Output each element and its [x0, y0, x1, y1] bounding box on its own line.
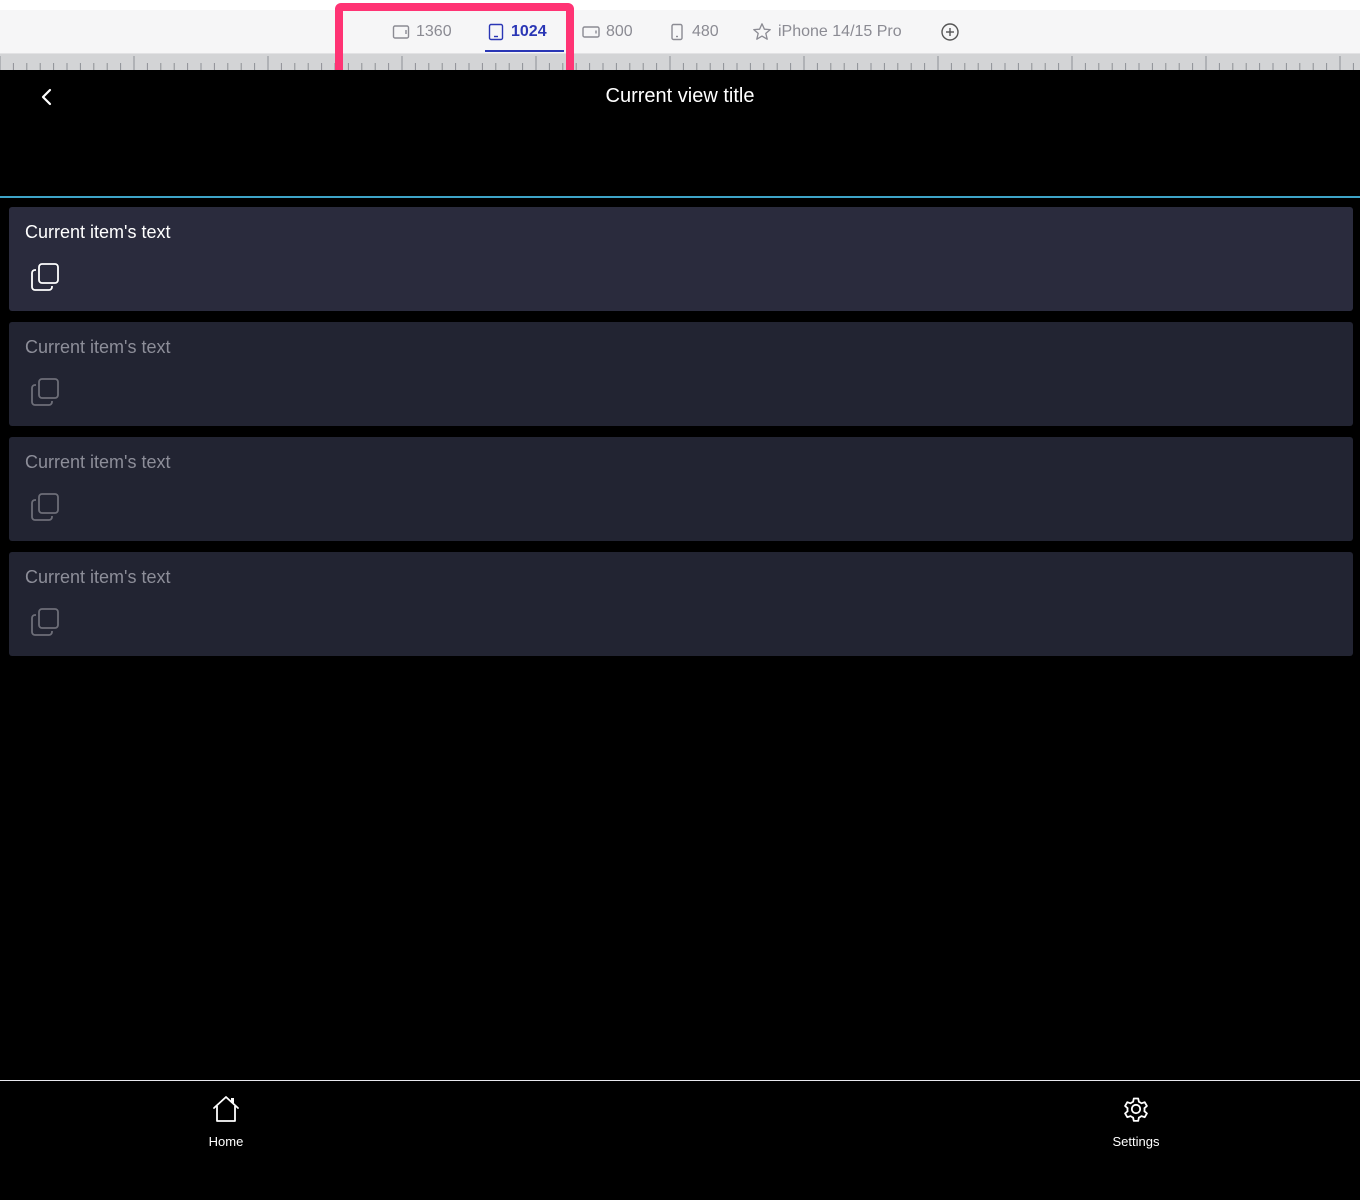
- list-item-text: Current item's text: [25, 337, 171, 357]
- breakpoint-tab-1024[interactable]: 1024: [487, 10, 547, 54]
- nav-home[interactable]: Home: [166, 1093, 286, 1150]
- page-title: Current view title: [605, 85, 755, 107]
- copy-icon[interactable]: [29, 261, 61, 293]
- breakpoint-tab-label: 1024: [511, 23, 547, 40]
- copy-icon[interactable]: [29, 491, 61, 523]
- list-item[interactable]: Current item's text: [9, 552, 1353, 656]
- list-item[interactable]: Current item's text: [9, 437, 1353, 541]
- tablet-icon: [487, 23, 505, 41]
- tablet-landscape-icon: [582, 23, 600, 41]
- list-item[interactable]: Current item's text: [9, 322, 1353, 426]
- list-item-text: Current item's text: [25, 222, 171, 242]
- home-icon: [210, 1093, 242, 1130]
- copy-icon[interactable]: [29, 376, 61, 408]
- breakpoint-tab-800[interactable]: 800: [582, 10, 633, 54]
- plus-circle-icon[interactable]: [940, 22, 960, 42]
- active-tab-underline: [485, 50, 564, 52]
- header-divider: [0, 196, 1360, 198]
- breakpoint-tabs: 1360 1024 800 480 iPhone 14/15 Pro: [0, 10, 1360, 54]
- breakpoint-toolbar: 1360 1024 800 480 iPhone 14/15 Pro: [0, 0, 1360, 54]
- breakpoint-tab-label: iPhone 14/15 Pro: [778, 23, 902, 40]
- breakpoint-tab-label: 800: [606, 23, 633, 40]
- ruler: [0, 54, 1360, 70]
- breakpoint-tab-label: 1360: [416, 23, 452, 40]
- bottom-nav: Home Settings: [0, 1080, 1360, 1200]
- breakpoint-tab-label: 480: [692, 23, 719, 40]
- monitor-icon: [392, 23, 410, 41]
- nav-settings-label: Settings: [1112, 1134, 1160, 1149]
- star-icon: [752, 22, 772, 42]
- phone-icon: [668, 23, 686, 41]
- list-item-text: Current item's text: [25, 452, 171, 472]
- gear-icon: [1120, 1093, 1152, 1130]
- breakpoint-tab-480[interactable]: 480: [668, 10, 719, 54]
- list-item-text: Current item's text: [25, 567, 171, 587]
- list-item[interactable]: Current item's text: [9, 207, 1353, 311]
- breakpoint-tab-iphone[interactable]: iPhone 14/15 Pro: [752, 10, 902, 54]
- item-list: Current item's text Current item's text …: [9, 207, 1353, 667]
- nav-settings[interactable]: Settings: [1076, 1093, 1196, 1150]
- copy-icon[interactable]: [29, 606, 61, 638]
- breakpoint-tab-1360[interactable]: 1360: [392, 10, 452, 54]
- nav-home-label: Home: [208, 1134, 244, 1149]
